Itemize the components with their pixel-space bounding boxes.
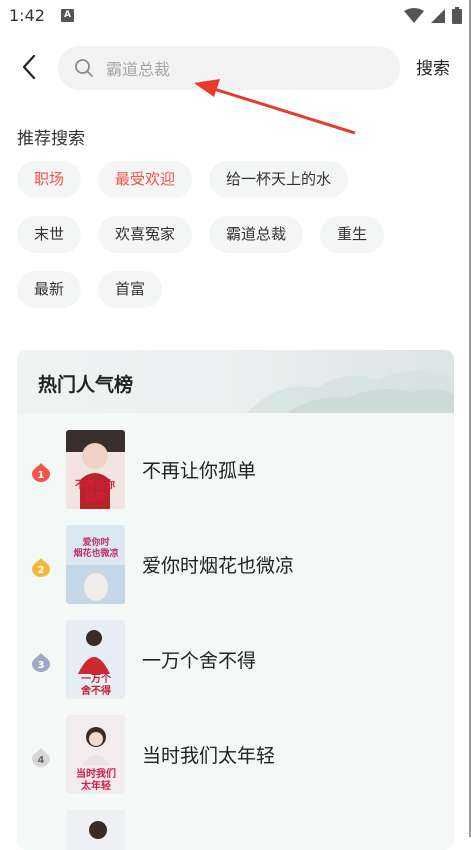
tag-shoufu[interactable]: 首富 bbox=[98, 271, 163, 308]
svg-text:孤单: 孤单 bbox=[85, 490, 105, 503]
notification-icon: A bbox=[61, 9, 74, 22]
ranking-title: 热门人气榜 bbox=[38, 374, 134, 396]
book-cover: 当时我们 太年轻 bbox=[66, 715, 125, 794]
rank-badge-4: 4 bbox=[32, 748, 50, 767]
tag-water[interactable]: 给一杯天上的水 bbox=[209, 161, 349, 198]
svg-text:4: 4 bbox=[38, 755, 45, 766]
svg-text:1: 1 bbox=[38, 470, 45, 481]
tag-chongsheng[interactable]: 重生 bbox=[320, 216, 385, 253]
annotation-arrow bbox=[194, 79, 356, 135]
status-bar: 1:42 A bbox=[0, 0, 471, 32]
book-cover: 爱你时 烟花也微凉 bbox=[66, 525, 125, 604]
rank-badge-3: 3 bbox=[32, 653, 50, 672]
rank-badge-1: 1 bbox=[32, 463, 50, 482]
tag-most-popular[interactable]: 最受欢迎 bbox=[98, 161, 193, 198]
book-title: 一万个舍不得 bbox=[142, 650, 257, 672]
svg-text:烟花也微凉: 烟花也微凉 bbox=[73, 547, 118, 559]
chevron-left-icon bbox=[22, 54, 36, 80]
tag-row: 最新 首富 bbox=[17, 271, 457, 308]
ranking-card: 热门人气榜 1 不再让你 孤单 不再让你孤单 2 爱你时 烟花也微凉 爱你时烟花… bbox=[17, 350, 454, 850]
search-icon bbox=[75, 59, 93, 77]
svg-text:3: 3 bbox=[38, 660, 45, 671]
status-time: 1:42 bbox=[9, 6, 45, 25]
tag-row: 职场 最受欢迎 给一杯天上的水 bbox=[17, 161, 457, 198]
ranking-item[interactable]: 2 爱你时 烟花也微凉 爱你时烟花也微凉 bbox=[17, 525, 454, 605]
svg-text:太年轻: 太年轻 bbox=[80, 779, 111, 792]
search-button[interactable]: 搜索 bbox=[416, 54, 450, 79]
battery-icon bbox=[452, 7, 462, 24]
svg-text:2: 2 bbox=[38, 565, 45, 576]
svg-text:一万个: 一万个 bbox=[81, 672, 112, 685]
recommend-tags: 职场 最受欢迎 给一杯天上的水 末世 欢喜冤家 霸道总裁 重生 最新 首富 bbox=[17, 161, 457, 326]
book-title: 爱你时烟花也微凉 bbox=[142, 555, 295, 577]
tag-row: 末世 欢喜冤家 霸道总裁 重生 bbox=[17, 216, 457, 253]
ranking-header: 热门人气榜 bbox=[17, 350, 454, 413]
signal-icon bbox=[431, 8, 445, 23]
status-icons bbox=[404, 7, 462, 24]
svg-text:当时我们: 当时我们 bbox=[76, 767, 116, 780]
ranking-item[interactable] bbox=[17, 810, 454, 850]
svg-text:不再让你: 不再让你 bbox=[75, 478, 115, 491]
book-cover: 不再让你 孤单 bbox=[66, 430, 125, 509]
tag-badao[interactable]: 霸道总裁 bbox=[209, 216, 304, 253]
rank-badge-2: 2 bbox=[32, 558, 50, 577]
back-button[interactable] bbox=[14, 52, 44, 82]
book-title: 不再让你孤单 bbox=[142, 460, 257, 482]
tag-huanxi[interactable]: 欢喜冤家 bbox=[98, 216, 193, 253]
book-cover: 一万个 舍不得 bbox=[66, 620, 125, 699]
ranking-item[interactable]: 1 不再让你 孤单 不再让你孤单 bbox=[17, 430, 454, 510]
ranking-item[interactable]: 4 当时我们 太年轻 当时我们太年轻 bbox=[17, 715, 454, 795]
tag-zuixin[interactable]: 最新 bbox=[17, 271, 82, 308]
tag-zhichang[interactable]: 职场 bbox=[17, 161, 82, 198]
book-title: 当时我们太年轻 bbox=[142, 745, 276, 767]
wifi-icon bbox=[404, 7, 424, 23]
svg-text:舍不得: 舍不得 bbox=[80, 684, 111, 697]
book-cover bbox=[66, 810, 125, 850]
recommend-title: 推荐搜索 bbox=[17, 129, 85, 149]
svg-text:爱你时: 爱你时 bbox=[82, 536, 109, 548]
tag-moshi[interactable]: 末世 bbox=[17, 216, 82, 253]
ranking-item[interactable]: 3 一万个 舍不得 一万个舍不得 bbox=[17, 620, 454, 700]
